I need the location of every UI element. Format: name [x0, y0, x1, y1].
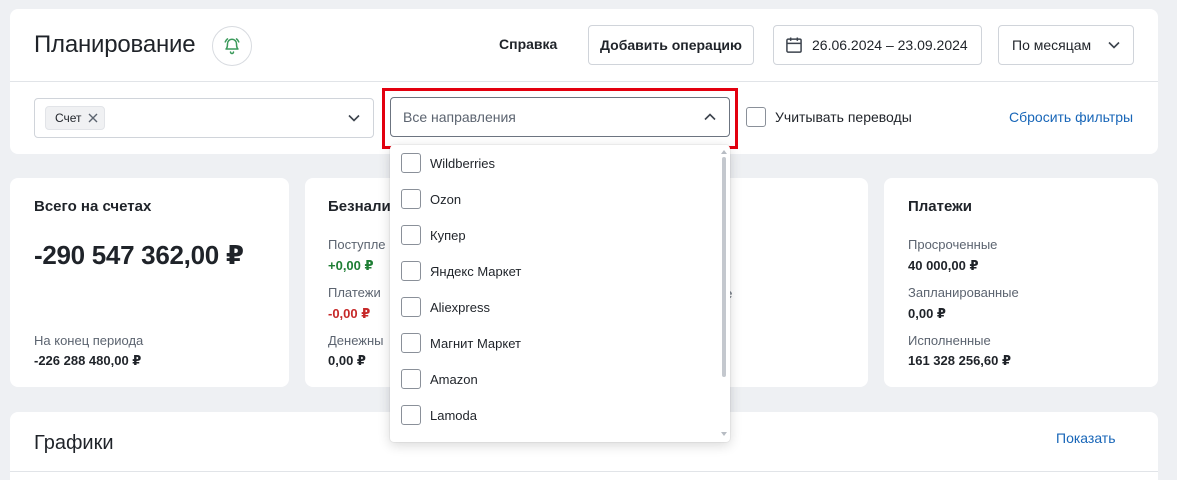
planned-value: 0,00 ₽ [908, 306, 946, 321]
direction-option[interactable]: Aliexpress [390, 289, 720, 325]
scroll-up-icon[interactable] [721, 149, 727, 155]
scrollbar-thumb[interactable] [722, 157, 726, 377]
charts-divider [10, 471, 1158, 472]
directions-dropdown: Wildberries Ozon Купер Яндекс Маркет Ali… [390, 145, 730, 442]
money-value: 0,00 ₽ [328, 353, 366, 368]
help-link[interactable]: Справка [499, 36, 557, 52]
done-value: 161 328 256,60 ₽ [908, 353, 1012, 368]
direction-select[interactable]: Все направления [390, 97, 730, 137]
option-label: Ozon [430, 191, 462, 207]
chevron-down-icon [348, 114, 360, 122]
overdue-value: 40 000,00 ₽ [908, 258, 979, 273]
notifications-button[interactable] [212, 26, 252, 66]
date-range-value: 26.06.2024 – 23.09.2024 [812, 37, 968, 53]
transfers-label: Учитывать переводы [775, 109, 912, 125]
chevron-down-icon [1108, 41, 1120, 49]
checkbox[interactable] [746, 107, 766, 127]
checkbox[interactable] [401, 189, 421, 209]
payments-label: Платежи [328, 285, 381, 300]
option-label: Wildberries [430, 155, 496, 171]
total-accounts-card: Всего на счетах -290 547 362,00 ₽ На кон… [10, 178, 289, 387]
checkbox[interactable] [401, 225, 421, 245]
done-label: Исполненные [908, 333, 991, 348]
checkbox[interactable] [401, 261, 421, 281]
direction-option[interactable]: Магнит Маркет [390, 325, 720, 361]
checkbox[interactable] [401, 405, 421, 425]
option-label: Яндекс Маркет [430, 263, 522, 279]
direction-option[interactable]: Яндекс Маркет [390, 253, 720, 289]
payments-card: Платежи Просроченные 40 000,00 ₽ Заплани… [884, 178, 1158, 387]
checkbox[interactable] [401, 333, 421, 353]
option-label: Aliexpress [430, 299, 490, 315]
option-label: Lamoda [430, 407, 477, 423]
account-select[interactable]: Счет [34, 98, 374, 138]
reset-filters-link[interactable]: Сбросить фильтры [1009, 109, 1133, 125]
option-label: Магнит Маркет [430, 335, 521, 351]
card-title: Безнали [328, 198, 391, 215]
add-operation-button[interactable]: Добавить операцию [588, 25, 754, 65]
payments-value: -0,00 ₽ [328, 306, 371, 321]
direction-option[interactable]: Купер [390, 217, 720, 253]
direction-option[interactable]: Lamoda [390, 397, 720, 433]
period-select[interactable]: По месяцам [998, 25, 1134, 65]
account-chip: Счет [45, 106, 105, 130]
period-value: По месяцам [1012, 37, 1092, 53]
checkbox[interactable] [401, 369, 421, 389]
show-charts-link[interactable]: Показать [1056, 430, 1116, 446]
page-title: Планирование [34, 31, 196, 58]
checkbox[interactable] [401, 297, 421, 317]
planning-header-card: Планирование Справка Добавить операцию 2… [10, 9, 1158, 154]
direction-option[interactable]: Wildberries [390, 145, 720, 181]
planned-label: Запланированные [908, 285, 1019, 300]
checkbox[interactable] [401, 153, 421, 173]
direction-option[interactable]: Ozon [390, 181, 720, 217]
transfers-checkbox[interactable]: Учитывать переводы [746, 107, 912, 127]
chevron-up-icon [704, 113, 716, 121]
overdue-label: Просроченные [908, 237, 998, 252]
option-label: Amazon [430, 371, 478, 387]
option-label: Купер [430, 227, 466, 243]
direction-option[interactable]: Amazon [390, 361, 720, 397]
date-range-picker[interactable]: 26.06.2024 – 23.09.2024 [773, 25, 982, 65]
account-chip-label: Счет [55, 111, 82, 125]
card-title: Всего на счетах [34, 198, 152, 215]
charts-title: Графики [34, 432, 114, 454]
end-period-value: -226 288 480,00 ₽ [34, 353, 142, 368]
income-label: Поступле [328, 237, 386, 252]
direction-select-placeholder: Все направления [403, 109, 516, 125]
income-value: +0,00 ₽ [328, 258, 374, 273]
bell-icon [224, 38, 240, 55]
money-label: Денежны [328, 333, 384, 348]
close-icon[interactable] [88, 113, 98, 123]
end-period-label: На конец периода [34, 333, 144, 348]
card-title: Платежи [908, 198, 972, 215]
header-divider [10, 81, 1158, 82]
calendar-icon [786, 37, 802, 53]
scroll-down-icon[interactable] [721, 431, 727, 437]
total-value: -290 547 362,00 ₽ [34, 240, 244, 270]
